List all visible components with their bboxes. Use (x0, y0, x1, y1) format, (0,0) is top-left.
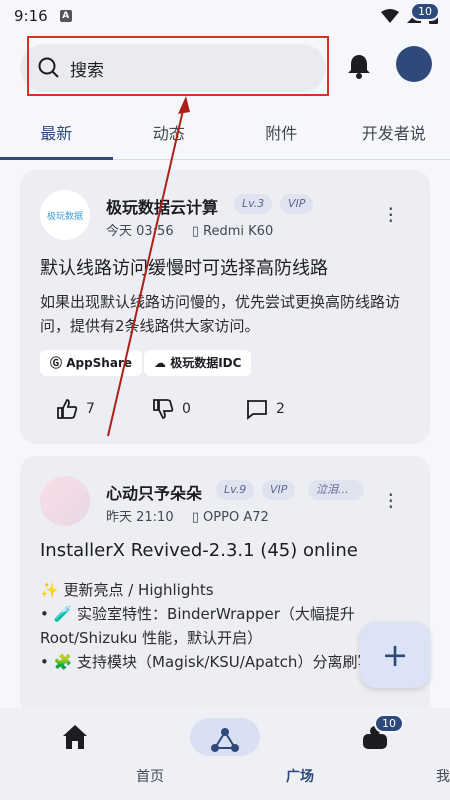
level-tag: Lv.9 (216, 480, 255, 500)
post-card[interactable]: 极玩数据 极玩数据云计算 Lv.3 VIP 今天 03:56 ▯ Redmi K… (20, 170, 430, 444)
tab-feed[interactable]: 动态 (113, 108, 226, 159)
post-time: 昨天 21:10 (106, 510, 174, 525)
comment-count: 2 (276, 401, 285, 417)
nav-profile-label: 我的 (436, 769, 450, 785)
dislike-button[interactable]: 0 (152, 398, 191, 420)
add-post-button[interactable]: + (360, 622, 430, 688)
comment-icon (247, 400, 267, 420)
post-body: 如果出现默认线路访问慢的，优先尝试更换高防线路访问，提供有2条线路供大家访问。 (40, 293, 401, 335)
wifi-icon (381, 9, 399, 23)
status-bar: 9:16 A (0, 0, 450, 32)
search-placeholder: 搜索 (70, 60, 104, 81)
author-avatar[interactable] (40, 476, 90, 526)
tab-attachments[interactable]: 附件 (225, 108, 338, 159)
home-icon (63, 725, 87, 749)
more-icon[interactable]: · · · (388, 485, 394, 517)
status-time: 9:16 (14, 7, 48, 25)
thumbs-up-icon (57, 399, 78, 419)
a-icon: A (59, 10, 72, 22)
tab-latest[interactable]: 最新 (0, 108, 113, 160)
nav-home[interactable]: 首页 (0, 708, 164, 800)
device-label: ▯ OPPO A72 (191, 510, 269, 525)
bell-icon[interactable] (345, 52, 373, 80)
post-meta: 昨天 21:10 ▯ OPPO A72 (106, 506, 269, 525)
post-title[interactable]: InstallerX Revived-2.3.1 (45) online (40, 540, 358, 561)
comment-button[interactable]: 2 (246, 398, 285, 420)
like-count: 7 (86, 401, 95, 417)
extra-tag: 泣泪... (308, 480, 364, 500)
like-button[interactable]: 7 (56, 398, 95, 420)
more-icon[interactable]: · · · (388, 199, 394, 231)
app-chip-appshare[interactable]: Ⓖ AppShare (40, 350, 142, 376)
logo-text: 极玩数据 (46, 211, 83, 222)
device-label: ▯ Redmi K60 (191, 224, 274, 239)
tab-developer[interactable]: 开发者说 (338, 108, 450, 159)
author-name[interactable]: 极玩数据云计算 (106, 194, 218, 218)
thumbs-down-icon (153, 399, 174, 419)
dislike-count: 0 (182, 401, 191, 417)
user-avatar[interactable] (396, 46, 432, 82)
avatar-badge: 10 (410, 2, 440, 21)
tab-bar: 最新 动态 附件 开发者说 (0, 108, 450, 160)
search-bar[interactable]: 搜索 (20, 44, 326, 92)
level-tag: Lv.3 (234, 194, 273, 214)
nav-square[interactable]: 广场 (150, 708, 314, 800)
header: 搜索 (0, 40, 450, 94)
post-time: 今天 03:56 (106, 224, 174, 239)
nav-badge: 10 (374, 714, 404, 733)
vip-tag: VIP (262, 480, 296, 500)
post-line-1: ✨ 更新亮点 / Highlights (40, 581, 214, 599)
author-avatar[interactable]: 极玩数据 (40, 190, 90, 240)
square-icon (211, 728, 239, 752)
search-icon (38, 57, 59, 78)
vip-tag: VIP (280, 194, 314, 214)
post-meta: 今天 03:56 ▯ Redmi K60 (106, 220, 273, 239)
app-chip-idc[interactable]: ☁ 极玩数据IDC (144, 350, 252, 376)
post-title[interactable]: 默认线路访问缓慢时可选择高防线路 (40, 254, 328, 280)
author-name[interactable]: 心动只予朵朵 (106, 480, 202, 504)
